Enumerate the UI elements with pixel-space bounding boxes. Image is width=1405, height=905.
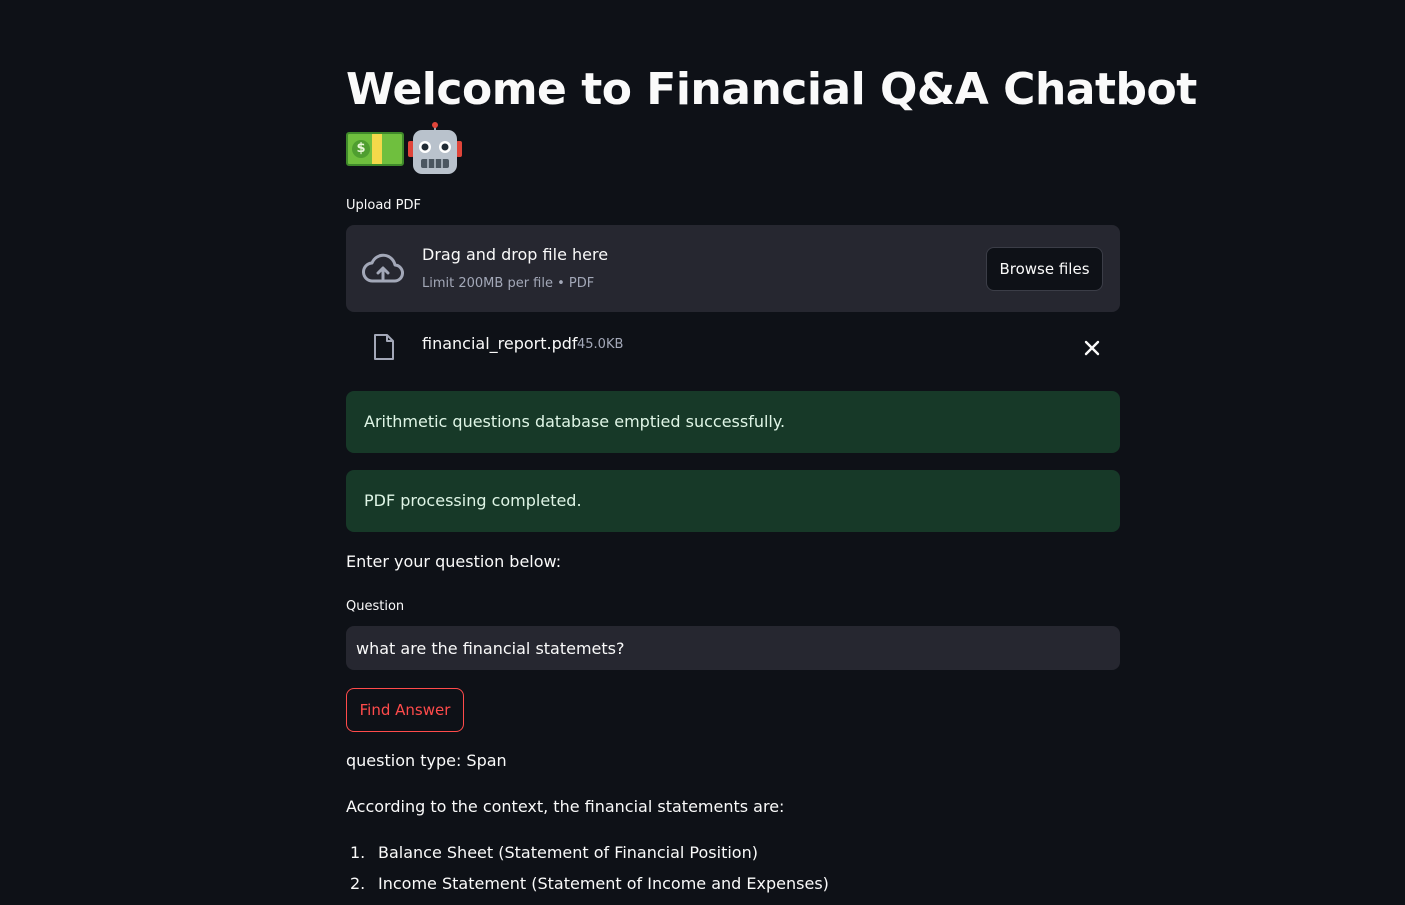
robot-icon bbox=[406, 121, 464, 177]
dropzone-title: Drag and drop file here bbox=[422, 245, 609, 264]
answer-intro-text: According to the context, the financial … bbox=[346, 797, 785, 816]
browse-files-button[interactable]: Browse files bbox=[986, 247, 1103, 291]
find-answer-button[interactable]: Find Answer bbox=[346, 688, 464, 732]
question-label: Question bbox=[346, 599, 405, 614]
question-type-text: question type: Span bbox=[346, 751, 507, 770]
list-item-number: 2. bbox=[350, 874, 366, 893]
money-icon: $ bbox=[346, 132, 404, 166]
page-title: Welcome to Financial Q&A Chatbot bbox=[346, 64, 1197, 115]
uploaded-file-name: financial_report.pdf bbox=[422, 334, 578, 353]
uploaded-file-row: financial_report.pdf 45.0KB bbox=[346, 326, 1120, 370]
uploaded-file-size: 45.0KB bbox=[577, 337, 624, 352]
success-alert-db-emptied: Arithmetic questions database emptied su… bbox=[346, 391, 1120, 453]
list-item: Balance Sheet (Statement of Financial Po… bbox=[378, 843, 758, 862]
dropzone-subtitle: Limit 200MB per file • PDF bbox=[422, 276, 595, 291]
file-dropzone[interactable]: Drag and drop file here Limit 200MB per … bbox=[346, 225, 1120, 312]
close-icon[interactable] bbox=[1081, 337, 1103, 359]
question-prompt: Enter your question below: bbox=[346, 552, 562, 571]
upload-label: Upload PDF bbox=[346, 198, 422, 213]
title-emoji-group: $ bbox=[346, 120, 464, 178]
cloud-upload-icon bbox=[361, 249, 405, 289]
file-icon bbox=[372, 333, 396, 361]
success-alert-pdf-processed: PDF processing completed. bbox=[346, 470, 1120, 532]
question-input[interactable] bbox=[346, 626, 1120, 670]
list-item-number: 1. bbox=[350, 843, 366, 862]
list-item: Income Statement (Statement of Income an… bbox=[378, 874, 829, 893]
